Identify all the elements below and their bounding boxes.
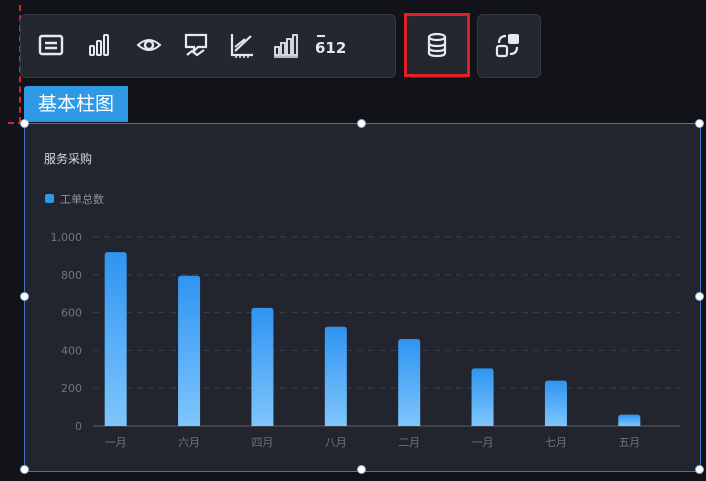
x-tick-label: 八月 — [325, 436, 347, 449]
bar[interactable] — [178, 275, 201, 426]
x-tick-label: 五月 — [618, 436, 640, 449]
resize-handle-top-left[interactable] — [20, 119, 29, 128]
resize-handle-left[interactable] — [20, 292, 29, 301]
bar-chart: 服务采购 工单总数 0 200 400 600 800 1,000 一月 六月 四月 八月 二月 一… — [44, 151, 680, 449]
y-tick-label: 0 — [75, 420, 82, 433]
x-tick-label: 二月 — [398, 436, 420, 449]
bar[interactable] — [324, 326, 347, 426]
y-tick-label: 200 — [61, 382, 82, 395]
bar[interactable] — [471, 368, 494, 426]
bar[interactable] — [251, 307, 274, 426]
legend-swatch — [45, 194, 54, 203]
x-tick-label: 四月 — [251, 436, 273, 449]
resize-handle-top-right[interactable] — [695, 119, 704, 128]
x-tick-label: 七月 — [545, 436, 567, 449]
resize-handle-bottom-left[interactable] — [20, 465, 29, 474]
bar[interactable] — [104, 252, 127, 426]
x-tick-label: 六月 — [178, 436, 200, 449]
resize-handle-right[interactable] — [695, 292, 704, 301]
resize-handle-bottom[interactable] — [357, 465, 366, 474]
y-tick-label: 800 — [61, 269, 82, 282]
chart-title: 服务采购 — [44, 151, 92, 166]
y-tick-label: 400 — [61, 344, 82, 357]
y-tick-label: 600 — [61, 307, 82, 320]
x-tick-label: 一月 — [105, 436, 127, 449]
y-tick-label: 1,000 — [51, 231, 83, 244]
resize-handle-top[interactable] — [357, 119, 366, 128]
x-tick-label: 一月 — [472, 436, 494, 449]
legend-label[interactable]: 工单总数 — [60, 192, 104, 206]
bar[interactable] — [544, 380, 567, 426]
bar[interactable] — [618, 414, 641, 426]
bar[interactable] — [398, 339, 421, 426]
resize-handle-bottom-right[interactable] — [695, 465, 704, 474]
